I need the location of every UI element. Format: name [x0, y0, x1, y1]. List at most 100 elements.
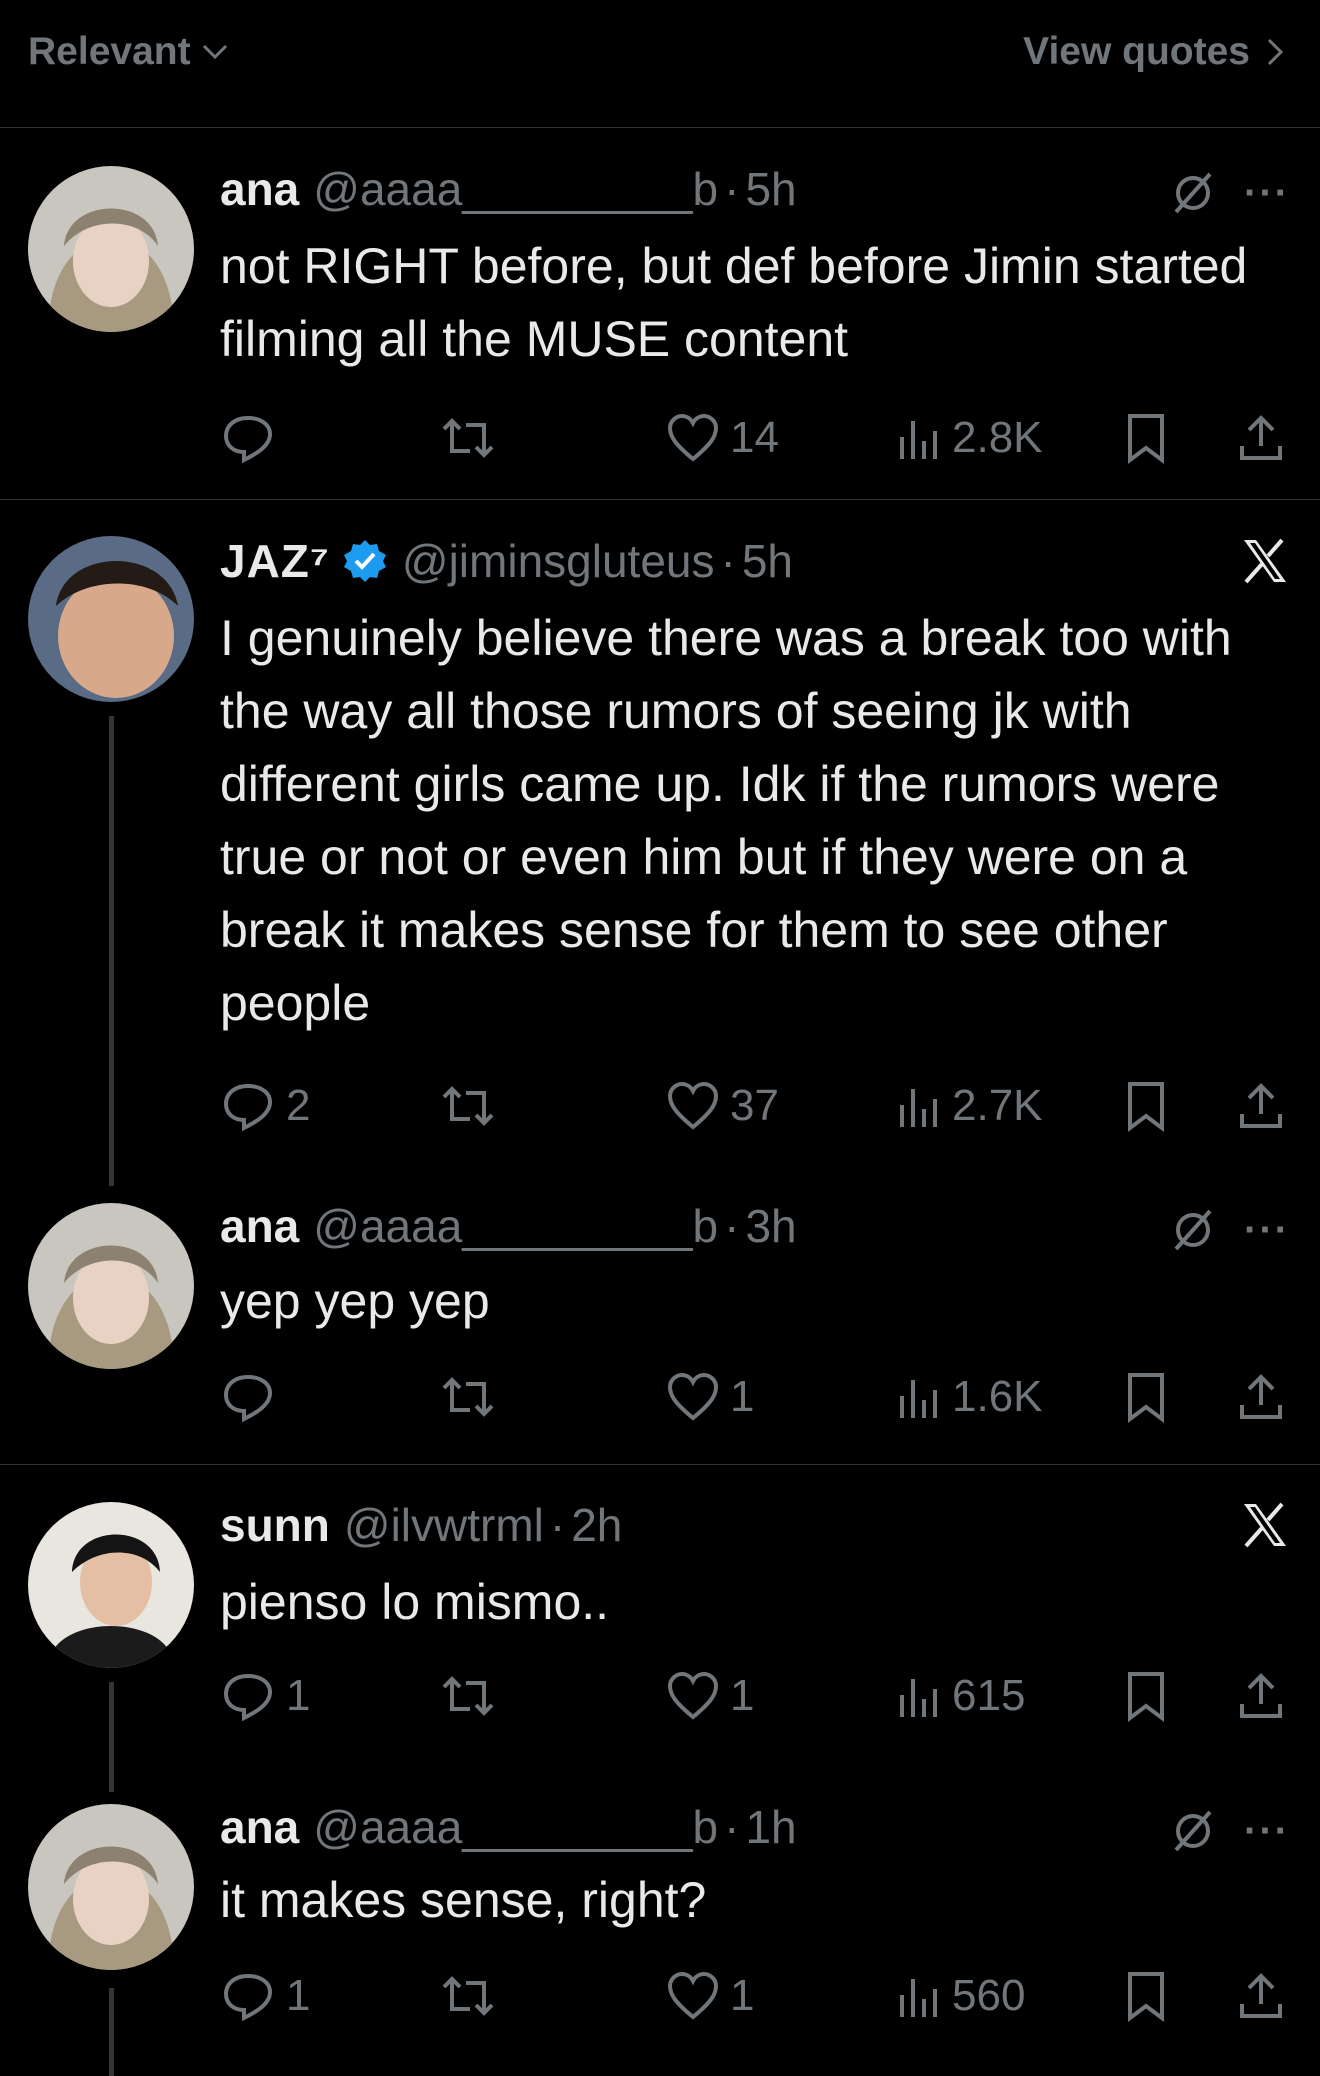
bookmark-icon	[1128, 1972, 1164, 2022]
reply-button[interactable]	[220, 408, 286, 468]
tweet-time[interactable]: 5h	[742, 534, 793, 588]
view-count: 615	[952, 1671, 1026, 1720]
tweet-header: ana @aaaa_________b · 5h	[220, 162, 797, 216]
views-icon	[900, 1380, 937, 1418]
bookmark-button[interactable]	[1124, 408, 1168, 468]
like-button[interactable]: 37	[666, 1076, 779, 1136]
sort-dropdown[interactable]: Relevant	[28, 30, 229, 74]
like-count: 37	[730, 1081, 779, 1130]
tweet-text: pienso lo mismo..	[220, 1574, 610, 1630]
share-button[interactable]	[1236, 1966, 1286, 2026]
chevron-right-icon	[1267, 38, 1284, 66]
display-name[interactable]: sunn	[220, 1498, 330, 1552]
bookmark-button[interactable]	[1124, 1966, 1168, 2026]
views-button[interactable]: 1.6K	[896, 1367, 1043, 1427]
retweet-button[interactable]	[438, 1076, 498, 1136]
views-icon	[900, 421, 937, 459]
like-button[interactable]: 14	[666, 408, 779, 468]
grok-icon[interactable]	[1170, 170, 1216, 216]
more-icon[interactable]: ···	[1244, 1208, 1290, 1253]
tweet[interactable]: ana @aaaa_________b · 5h ··· not RIGHT b…	[0, 128, 1320, 500]
action-bar: 1 1 615	[220, 1666, 1300, 1726]
user-handle[interactable]: @aaaa_________b	[313, 1800, 718, 1854]
retweet-button[interactable]	[438, 1966, 498, 2026]
share-button[interactable]	[1236, 1367, 1286, 1427]
thread-line	[109, 716, 114, 1186]
tweet[interactable]: ana @aaaa_________b · 1h ··· it makes se…	[0, 1796, 1320, 2076]
share-button[interactable]	[1236, 1666, 1286, 1726]
bookmark-icon	[1128, 414, 1164, 464]
retweet-icon	[442, 1086, 494, 1126]
retweet-icon	[442, 1976, 494, 2016]
views-button[interactable]: 2.8K	[896, 408, 1043, 468]
retweet-button[interactable]	[438, 1367, 498, 1427]
user-handle[interactable]: @aaaa_________b	[313, 1199, 718, 1253]
tweet-time[interactable]: 3h	[745, 1199, 796, 1253]
retweet-button[interactable]	[438, 408, 498, 468]
tweet-header: JAZ⁷ @jiminsgluteus · 5h	[220, 534, 793, 588]
tweet-time[interactable]: 1h	[745, 1800, 796, 1854]
reply-button[interactable]: 1	[220, 1966, 310, 2026]
share-icon	[1240, 1083, 1282, 1128]
tweet-header: ana @aaaa_________b · 1h	[220, 1800, 797, 1854]
like-icon	[667, 1372, 719, 1421]
x-logo-icon[interactable]	[1240, 1500, 1290, 1550]
view-count: 1.6K	[952, 1372, 1043, 1421]
thread-line	[109, 1988, 114, 2076]
grok-icon[interactable]	[1170, 1207, 1216, 1253]
views-button[interactable]: 615	[896, 1666, 1025, 1726]
user-handle[interactable]: @ilvwtrml	[344, 1498, 544, 1552]
reply-count: 1	[286, 1971, 311, 2020]
reply-button[interactable]: 1	[220, 1666, 310, 1726]
share-button[interactable]	[1236, 408, 1286, 468]
tweet[interactable]: ana @aaaa_________b · 3h ··· yep yep yep…	[0, 1195, 1320, 1465]
bookmark-button[interactable]	[1124, 1076, 1168, 1136]
avatar[interactable]	[28, 166, 194, 332]
view-count: 2.7K	[952, 1081, 1043, 1130]
like-button[interactable]: 1	[666, 1966, 754, 2026]
avatar[interactable]	[28, 536, 194, 702]
reply-count: 1	[286, 1671, 311, 1720]
share-icon	[1240, 1673, 1282, 1718]
display-name[interactable]: JAZ⁷	[220, 534, 330, 588]
reply-button[interactable]	[220, 1367, 286, 1427]
like-count: 1	[730, 1372, 755, 1421]
bookmark-button[interactable]	[1124, 1367, 1168, 1427]
tweet-time[interactable]: 2h	[571, 1498, 622, 1552]
separator-dot: ·	[720, 535, 736, 587]
retweet-button[interactable]	[438, 1666, 498, 1726]
view-quotes-link[interactable]: View quotes	[1023, 30, 1284, 74]
tweet-text: it makes sense, right?	[220, 1872, 707, 1928]
reply-button[interactable]: 2	[220, 1076, 310, 1136]
action-bar: 1 1 560	[220, 1966, 1300, 2026]
avatar[interactable]	[28, 1203, 194, 1369]
like-icon	[667, 1081, 719, 1130]
reply-icon	[223, 1973, 273, 2022]
tweet-time[interactable]: 5h	[745, 162, 796, 216]
like-button[interactable]: 1	[666, 1666, 754, 1726]
view-count: 560	[952, 1971, 1026, 2020]
views-button[interactable]: 560	[896, 1966, 1025, 2026]
grok-icon[interactable]	[1170, 1808, 1216, 1854]
more-icon[interactable]: ···	[1244, 171, 1290, 216]
share-button[interactable]	[1236, 1076, 1286, 1136]
avatar[interactable]	[28, 1804, 194, 1970]
tweet[interactable]: JAZ⁷ @jiminsgluteus · 5h I genuinely bel…	[0, 500, 1320, 1195]
views-button[interactable]: 2.7K	[896, 1076, 1043, 1136]
like-icon	[667, 1671, 719, 1720]
display-name[interactable]: ana	[220, 162, 299, 216]
more-icon[interactable]: ···	[1244, 1809, 1290, 1854]
display-name[interactable]: ana	[220, 1199, 299, 1253]
reply-icon	[223, 1673, 273, 1722]
display-name[interactable]: ana	[220, 1800, 299, 1854]
x-logo-icon[interactable]	[1240, 536, 1290, 586]
user-handle[interactable]: @aaaa_________b	[313, 162, 718, 216]
like-button[interactable]: 1	[666, 1367, 754, 1427]
reply-icon	[223, 415, 273, 464]
user-handle[interactable]: @jiminsgluteus	[402, 534, 715, 588]
views-icon	[900, 1679, 937, 1717]
view-count: 2.8K	[952, 413, 1043, 462]
avatar[interactable]	[28, 1502, 194, 1668]
bookmark-button[interactable]	[1124, 1666, 1168, 1726]
tweet[interactable]: sunn @ilvwtrml · 2h pienso lo mismo.. 1 …	[0, 1466, 1320, 1796]
